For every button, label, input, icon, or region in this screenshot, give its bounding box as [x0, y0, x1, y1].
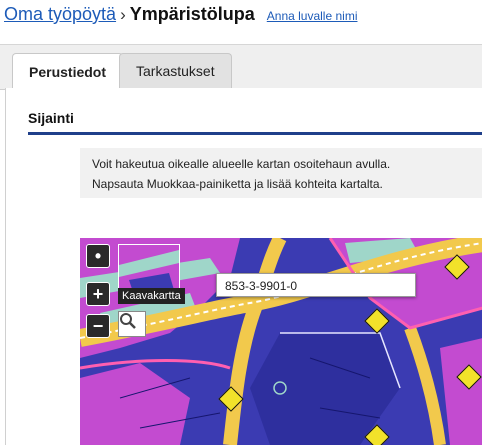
tab-bar: Perustiedot Tarkastukset — [0, 44, 482, 90]
tab-content: Sijainti Voit hakeutua oikealle alueelle… — [5, 88, 482, 445]
locate-button[interactable]: • — [86, 244, 110, 268]
section-title: Sijainti — [28, 110, 74, 126]
rename-link[interactable]: Anna luvalle nimi — [267, 9, 358, 23]
info-line-2: Napsauta Muokkaa-painiketta ja lisää koh… — [92, 177, 383, 191]
breadcrumb: Oma työpöytä › Ympäristölupa Anna luvall… — [4, 4, 357, 32]
magnifier-icon — [120, 313, 136, 329]
tab-perustiedot[interactable]: Perustiedot — [12, 53, 124, 90]
layer-label: Kaavakartta — [118, 288, 185, 304]
section-divider — [28, 132, 482, 135]
page-title: Ympäristölupa — [129, 4, 255, 24]
home-link[interactable]: Oma työpöytä — [4, 4, 116, 25]
tab-tarkastukset[interactable]: Tarkastukset — [119, 53, 232, 88]
info-box: Voit hakeutua oikealle alueelle kartan o… — [80, 148, 482, 198]
zoom-in-button[interactable]: + — [86, 282, 110, 306]
zoom-out-button[interactable]: − — [86, 314, 110, 338]
map-view[interactable]: • + − Kaavakartta 853-3-9901-0 — [80, 238, 482, 445]
breadcrumb-separator: › — [120, 5, 126, 24]
info-line-1: Voit hakeutua oikealle alueelle kartan o… — [92, 157, 391, 171]
parcel-popup: 853-3-9901-0 — [216, 273, 416, 297]
map-search-button[interactable] — [118, 311, 146, 337]
